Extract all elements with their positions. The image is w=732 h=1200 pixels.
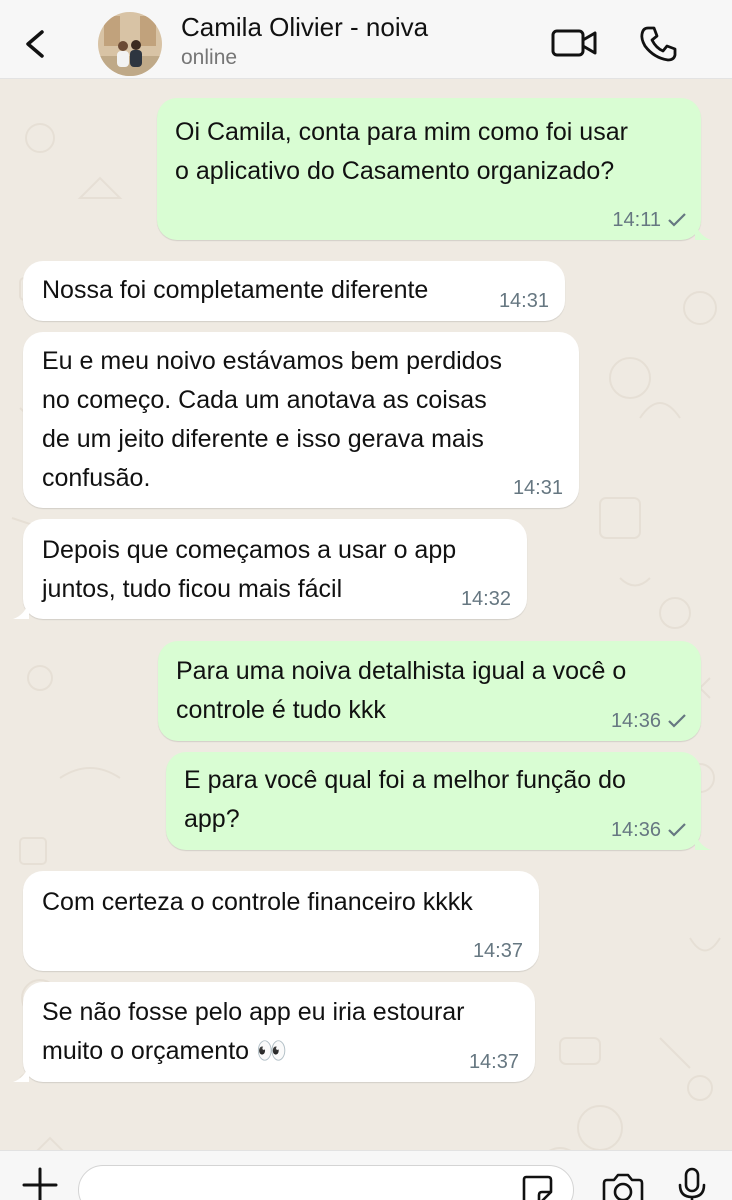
- contact-status: online: [181, 46, 238, 69]
- microphone-icon[interactable]: [676, 1167, 708, 1200]
- message-bubble-incoming[interactable]: Com certeza o controle financeiro kkkk 1…: [23, 871, 539, 971]
- message-text: Oi Camila, conta para mim como foi usar …: [175, 118, 628, 185]
- message-time: 14:31: [512, 477, 563, 499]
- message-time: 14:31: [498, 290, 549, 312]
- message-text: Para uma noiva detalhista igual a você o…: [176, 657, 627, 724]
- check-icon: [668, 823, 686, 837]
- message-text: Eu e meu noivo estávamos bem perdidos no…: [42, 347, 502, 492]
- sticker-icon[interactable]: [520, 1173, 554, 1200]
- message-text: Se não fosse pelo app eu iria estourar m…: [42, 998, 465, 1065]
- back-arrow-icon[interactable]: [22, 26, 50, 62]
- message-time: 14:37: [472, 940, 523, 962]
- message-time: 14:32: [460, 588, 511, 610]
- chat-header: Camila Olivier - noiva online: [0, 0, 732, 79]
- check-icon: [668, 213, 686, 227]
- bubble-tail: [695, 832, 711, 850]
- bubble-tail: [13, 601, 29, 619]
- message-bubble-incoming[interactable]: Eu e meu noivo estávamos bem perdidos no…: [23, 332, 579, 508]
- message-meta: 14:36: [611, 709, 687, 733]
- message-bubble-incoming[interactable]: Nossa foi completamente diferente 14:31: [23, 261, 565, 321]
- contact-name[interactable]: Camila Olivier - noiva: [181, 12, 428, 43]
- message-bubble-incoming[interactable]: Depois que começamos a usar o app juntos…: [13, 519, 527, 619]
- phone-icon[interactable]: [638, 24, 678, 64]
- message-meta: 14:36: [611, 818, 687, 842]
- message-time: 14:36: [610, 819, 661, 841]
- message-bubble-outgoing[interactable]: E para você qual foi a melhor função do …: [166, 752, 711, 850]
- message-text: Depois que começamos a usar o app juntos…: [42, 536, 457, 603]
- composer-bar: [0, 1150, 732, 1200]
- message-input[interactable]: [78, 1165, 574, 1200]
- camera-icon[interactable]: [600, 1173, 646, 1200]
- message-time: 14:37: [468, 1051, 519, 1073]
- check-icon: [668, 714, 686, 728]
- avatar[interactable]: [98, 12, 162, 76]
- bubble-tail: [695, 222, 711, 240]
- message-text: Com certeza o controle financeiro kkkk: [42, 888, 473, 916]
- plus-icon[interactable]: [20, 1165, 60, 1200]
- message-bubble-outgoing[interactable]: Para uma noiva detalhista igual a você o…: [158, 641, 701, 741]
- message-bubble-incoming[interactable]: Se não fosse pelo app eu iria estourar m…: [13, 982, 535, 1082]
- message-bubble-outgoing[interactable]: Oi Camila, conta para mim como foi usar …: [157, 98, 711, 240]
- message-time: 14:11: [612, 209, 661, 231]
- message-time: 14:36: [610, 710, 661, 732]
- video-camera-icon[interactable]: [550, 26, 598, 60]
- message-meta: 14:11: [612, 208, 687, 232]
- message-text: E para você qual foi a melhor função do …: [184, 766, 626, 833]
- bubble-tail: [13, 1064, 29, 1082]
- message-text: Nossa foi completamente diferente: [42, 276, 429, 304]
